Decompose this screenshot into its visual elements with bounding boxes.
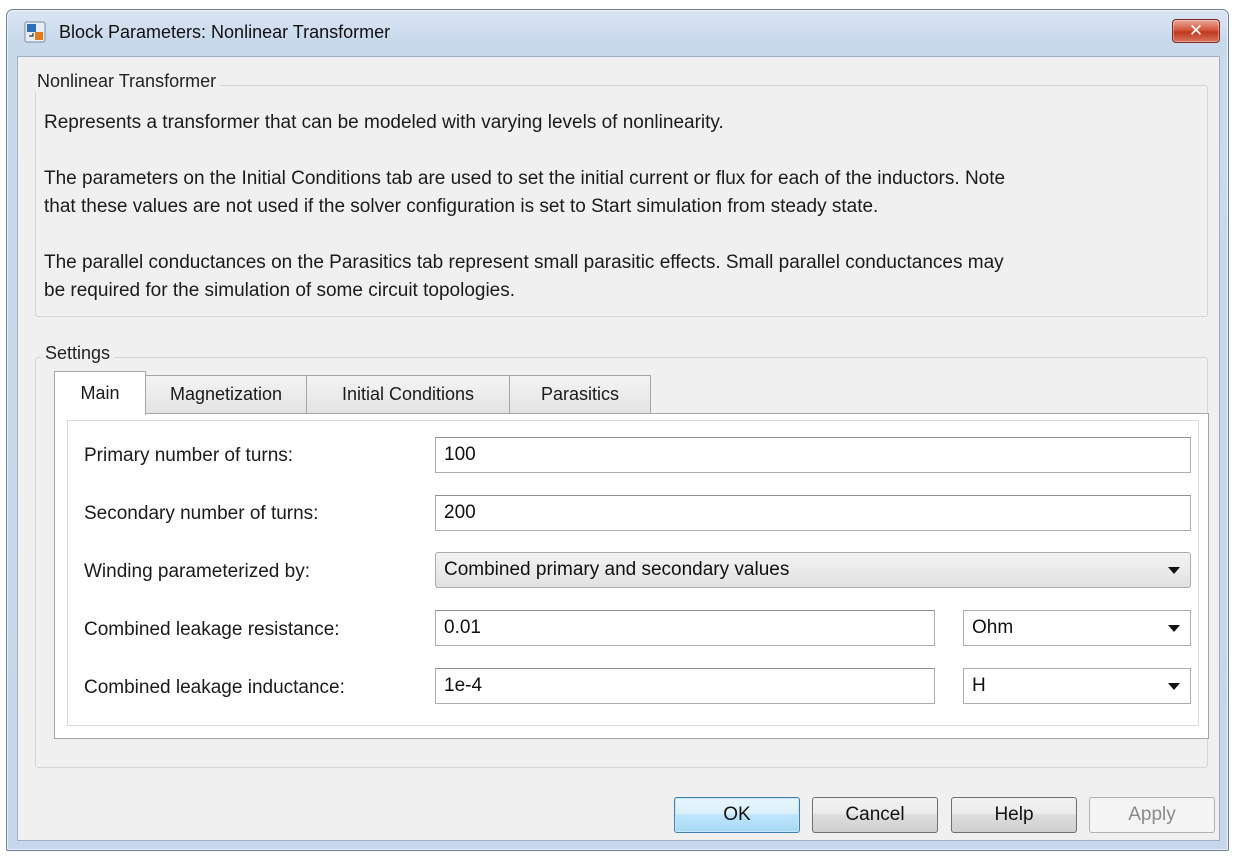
cancel-button[interactable]: Cancel <box>812 797 938 833</box>
help-button[interactable]: Help <box>951 797 1077 833</box>
chevron-down-icon <box>1168 567 1180 574</box>
description-line: The parameters on the Initial Conditions… <box>44 168 1006 189</box>
dialog-window: Block Parameters: Nonlinear Transformer … <box>6 9 1229 851</box>
title-bar[interactable]: Block Parameters: Nonlinear Transformer … <box>7 10 1228 56</box>
winding-label: Winding parameterized by: <box>84 561 310 582</box>
leakage-inductance-unit-dropdown[interactable]: H <box>963 668 1191 704</box>
close-button[interactable]: ✕ <box>1172 19 1220 43</box>
description-line: that these values are not used if the so… <box>44 196 879 217</box>
tab-parasitics[interactable]: Parasitics <box>509 375 651 413</box>
ok-button[interactable]: OK <box>674 797 800 833</box>
description-line: Represents a transformer that can be mod… <box>44 112 724 133</box>
tab-magnetization[interactable]: Magnetization <box>145 375 307 413</box>
secondary-turns-input[interactable]: 200 <box>435 495 1191 531</box>
winding-dropdown-value: Combined primary and secondary values <box>444 559 790 580</box>
inductance-unit-value: H <box>972 675 986 696</box>
simulink-block-icon <box>24 21 46 43</box>
window-title: Block Parameters: Nonlinear Transformer <box>59 22 391 42</box>
primary-turns-input[interactable]: 100 <box>435 437 1191 473</box>
leakage-resistance-unit-dropdown[interactable]: Ohm <box>963 610 1191 646</box>
chevron-down-icon <box>1168 683 1180 690</box>
tab-main[interactable]: Main <box>54 371 146 415</box>
settings-group-label: Settings <box>41 343 115 364</box>
main-parameters-panel: Primary number of turns: 100 Secondary n… <box>67 420 1199 726</box>
leakage-inductance-label: Combined leakage inductance: <box>84 677 345 698</box>
dialog-body: Nonlinear Transformer Represents a trans… <box>17 56 1220 841</box>
resistance-unit-value: Ohm <box>972 617 1014 638</box>
tab-initial-conditions[interactable]: Initial Conditions <box>306 375 510 413</box>
close-x-icon: ✕ <box>1188 21 1204 40</box>
winding-dropdown[interactable]: Combined primary and secondary values <box>435 552 1191 588</box>
primary-turns-label: Primary number of turns: <box>84 445 294 466</box>
description-line: The parallel conductances on the Parasit… <box>44 252 1004 273</box>
secondary-turns-label: Secondary number of turns: <box>84 503 319 524</box>
leakage-resistance-label: Combined leakage resistance: <box>84 619 340 640</box>
main-tab-panel: Primary number of turns: 100 Secondary n… <box>54 413 1209 739</box>
chevron-down-icon <box>1168 625 1180 632</box>
leakage-inductance-input[interactable]: 1e-4 <box>435 668 935 704</box>
description-group-label: Nonlinear Transformer <box>33 71 221 92</box>
apply-button[interactable]: Apply <box>1089 797 1215 833</box>
description-line: be required for the simulation of some c… <box>44 280 516 301</box>
leakage-resistance-input[interactable]: 0.01 <box>435 610 935 646</box>
